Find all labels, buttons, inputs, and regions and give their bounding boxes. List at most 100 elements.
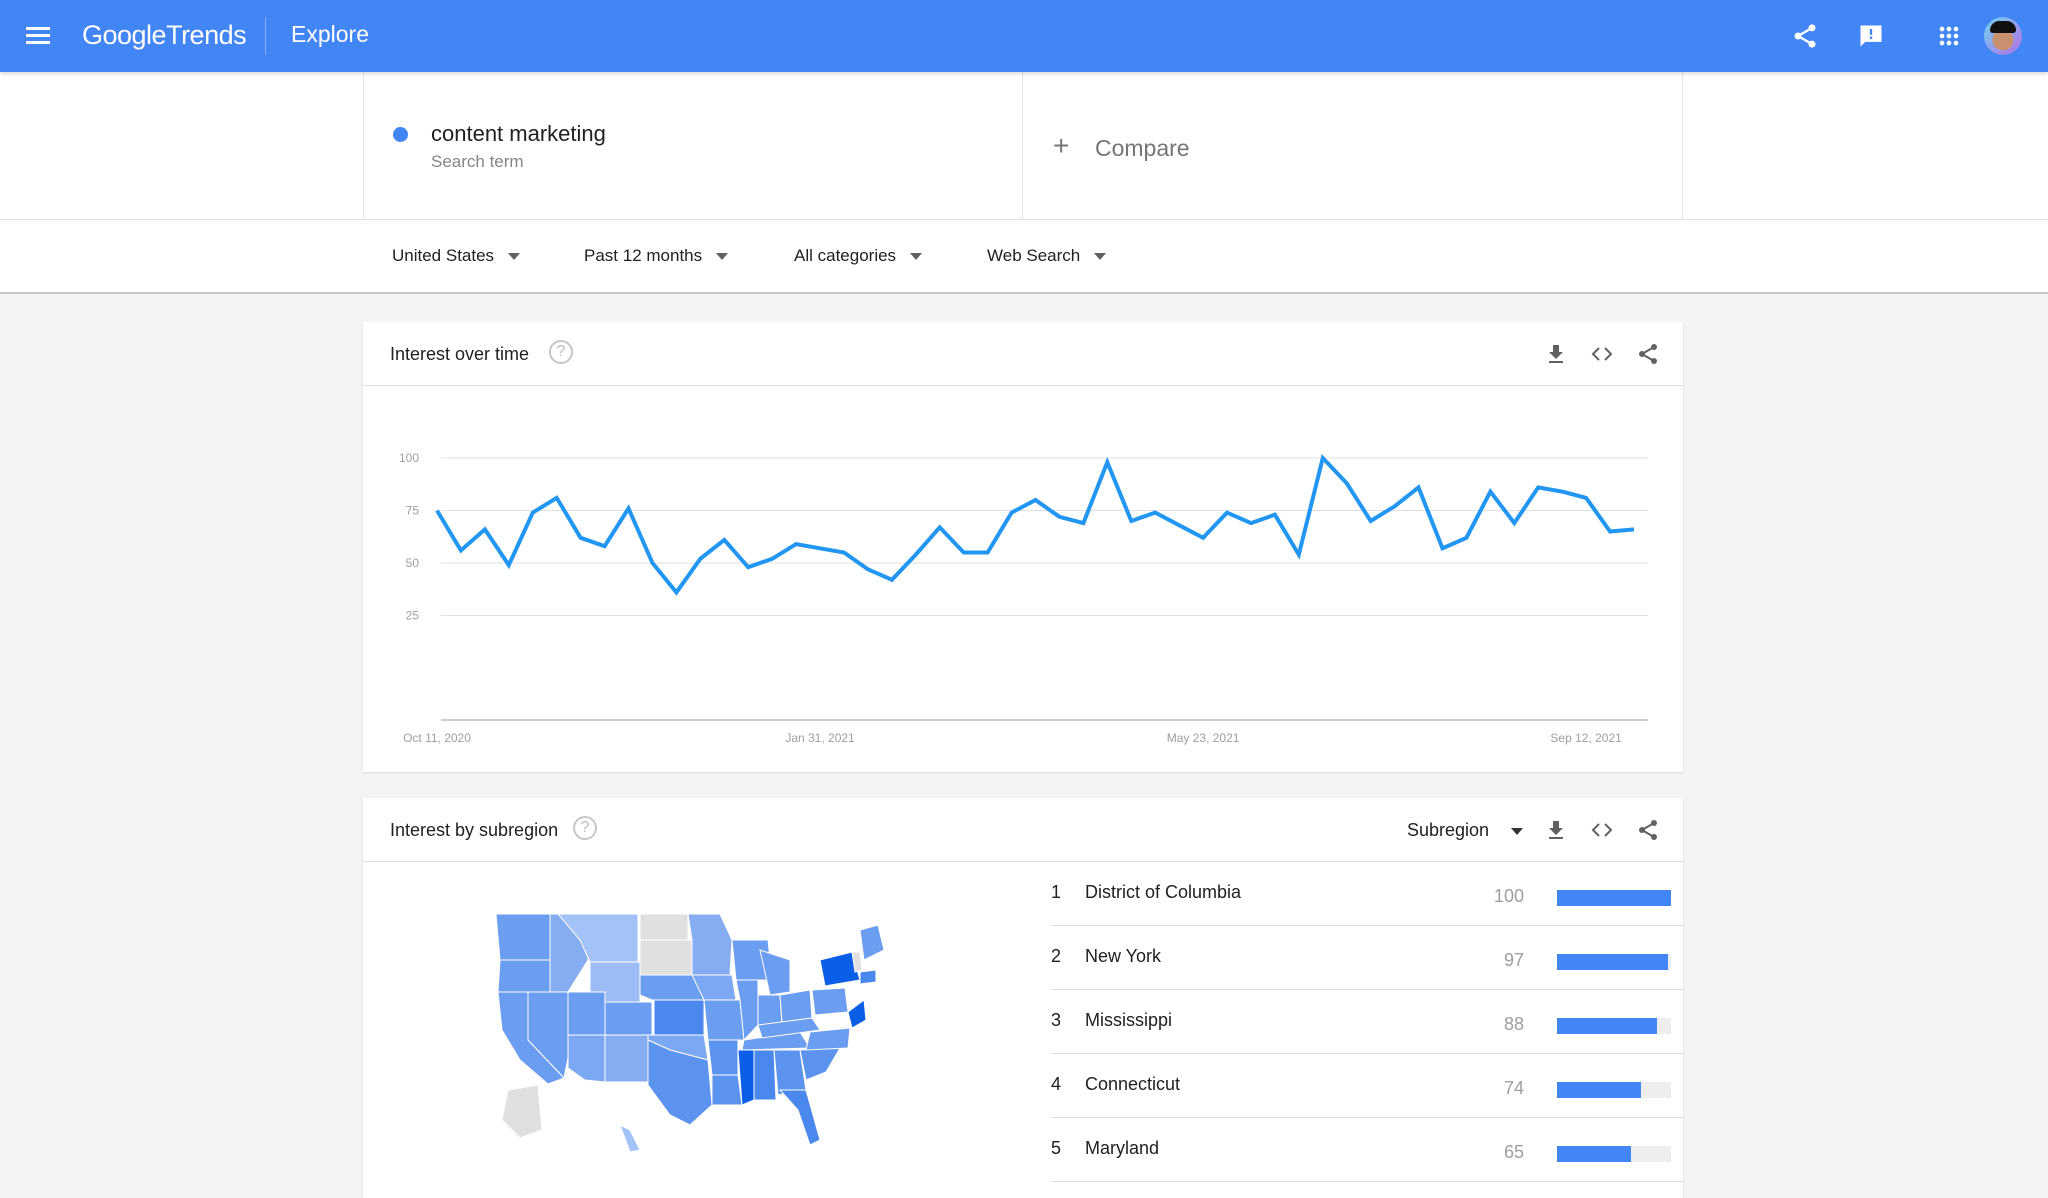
region-name[interactable]: Mississippi [1085,1010,1172,1031]
time-range-dropdown[interactable]: Past 12 months [584,246,729,266]
data-point[interactable] [814,542,826,554]
map-region [753,1049,777,1101]
x-tick-label: Jan 31, 2021 [785,731,855,745]
data-point[interactable] [790,538,802,550]
data-point[interactable] [670,586,682,598]
data-point[interactable] [1580,492,1592,504]
embed-icon[interactable] [1590,342,1614,366]
data-point[interactable] [694,553,706,565]
top-app-bar: GoogleTrends Explore [0,0,2048,72]
data-point[interactable] [1628,523,1640,535]
search-type-dropdown[interactable]: Web Search [987,246,1107,266]
data-point[interactable] [1006,507,1018,519]
data-point[interactable] [1101,456,1113,468]
data-point[interactable] [1484,486,1496,498]
logo-trends-text: Trends [166,20,247,50]
map-region [567,991,606,1036]
data-point[interactable] [1604,526,1616,538]
menu-icon[interactable] [26,24,50,48]
data-point[interactable] [646,557,658,569]
data-point[interactable] [1460,532,1472,544]
help-icon[interactable]: ? [573,816,597,840]
data-point[interactable] [838,547,850,559]
account-avatar[interactable] [1984,17,2022,55]
data-point[interactable] [886,574,898,586]
data-point[interactable] [1365,515,1377,527]
compare-button[interactable]: + Compare [1023,72,1683,220]
region-value: 65 [1503,1142,1524,1162]
data-point[interactable] [1436,542,1448,554]
data-point[interactable] [623,502,635,514]
data-point[interactable] [1293,549,1305,561]
series-line[interactable] [435,453,1635,596]
data-point[interactable] [910,549,922,561]
data-point[interactable] [527,507,539,519]
data-point[interactable] [575,532,587,544]
search-term-card[interactable]: content marketing Search term [363,72,1023,220]
card-title: Interest over time [390,344,530,364]
category-dropdown[interactable]: All categories [794,246,923,266]
data-point[interactable] [431,505,443,517]
data-point[interactable] [455,544,467,556]
region-value: 74 [1503,1078,1524,1098]
ranking-row[interactable]: 3 Mississippi 88 [1051,990,1683,1054]
map-region [501,1084,543,1139]
data-point[interactable] [982,547,994,559]
help-icon[interactable]: ? [549,340,573,364]
data-point[interactable] [718,534,730,546]
search-term-name[interactable]: content marketing [431,121,606,147]
region-name[interactable]: Maryland [1085,1138,1159,1159]
share-icon[interactable] [1636,818,1660,842]
data-point[interactable] [1317,452,1329,464]
apps-grid-icon[interactable] [1935,22,1963,50]
data-point[interactable] [862,563,874,575]
data-point[interactable] [742,561,754,573]
data-point[interactable] [551,492,563,504]
data-point[interactable] [1173,519,1185,531]
region-value: 100 [1493,886,1524,906]
download-icon[interactable] [1544,342,1568,366]
map-region [847,999,867,1029]
data-point[interactable] [1053,511,1065,523]
data-point[interactable] [1556,486,1568,498]
data-point[interactable] [1389,500,1401,512]
data-point[interactable] [479,523,491,535]
data-point[interactable] [766,553,778,565]
data-point[interactable] [1077,517,1089,529]
data-point[interactable] [1125,515,1137,527]
data-point[interactable] [1245,517,1257,529]
data-point[interactable] [1197,532,1209,544]
share-icon[interactable] [1636,342,1660,366]
value-bar-fill [1557,1146,1632,1162]
data-point[interactable] [1030,494,1042,506]
filter-bar: United States Past 12 months All categor… [0,220,2048,294]
subregion-dropdown[interactable]: Subregion [1407,820,1524,841]
embed-icon[interactable] [1590,818,1614,842]
region-name[interactable]: New York [1085,946,1161,967]
ranking-row[interactable]: 5 Maryland 65 [1051,1118,1683,1182]
data-point[interactable] [1269,509,1281,521]
region-name[interactable]: Connecticut [1085,1074,1180,1095]
google-trends-logo[interactable]: GoogleTrends [82,20,247,51]
download-icon[interactable] [1544,818,1568,842]
feedback-icon[interactable] [1857,22,1885,50]
data-point[interactable] [599,540,611,552]
map-region [639,913,689,941]
data-point[interactable] [1413,481,1425,493]
data-point[interactable] [1149,507,1161,519]
term-color-dot [393,127,408,142]
ranking-row[interactable]: 1 District of Columbia 100 [1051,862,1683,926]
data-point[interactable] [958,547,970,559]
data-point[interactable] [1532,481,1544,493]
ranking-row[interactable]: 2 New York 97 [1051,926,1683,990]
data-point[interactable] [934,521,946,533]
data-point[interactable] [1221,507,1233,519]
share-icon[interactable] [1791,22,1819,50]
region-dropdown[interactable]: United States [392,246,521,266]
rank-number: 5 [1051,1138,1062,1158]
data-point[interactable] [1341,477,1353,489]
data-point[interactable] [503,559,515,571]
region-name[interactable]: District of Columbia [1085,882,1241,903]
data-point[interactable] [1508,517,1520,529]
ranking-row[interactable]: 4 Connecticut 74 [1051,1054,1683,1118]
